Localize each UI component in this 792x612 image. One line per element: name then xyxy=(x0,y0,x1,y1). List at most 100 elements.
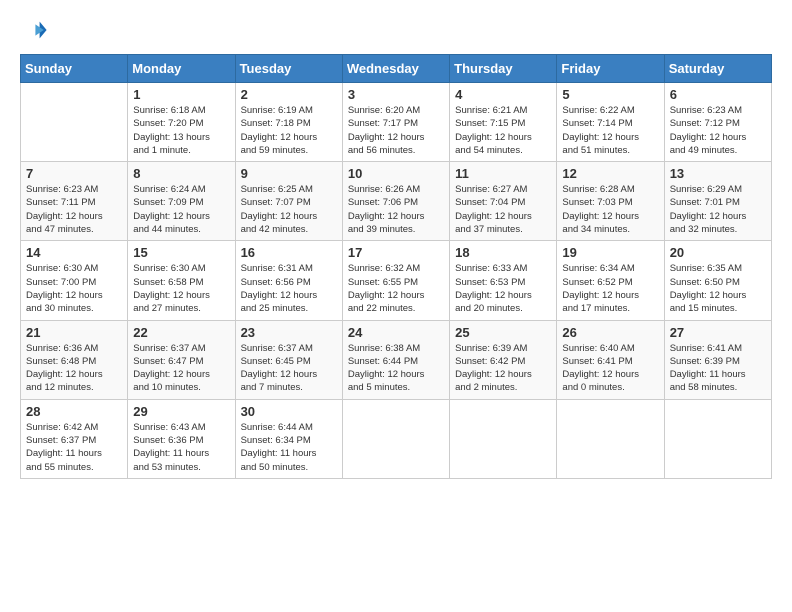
calendar-cell: 5 Sunrise: 6:22 AM Sunset: 7:14 PM Daylig… xyxy=(557,83,664,162)
day-info: Sunrise: 6:35 AM Sunset: 6:50 PM Dayligh… xyxy=(670,262,766,315)
calendar-cell: 19 Sunrise: 6:34 AM Sunset: 6:52 PM Dayli… xyxy=(557,241,664,320)
calendar-week-row: 7 Sunrise: 6:23 AM Sunset: 7:11 PM Daylig… xyxy=(21,162,772,241)
calendar-cell: 15 Sunrise: 6:30 AM Sunset: 6:58 PM Dayli… xyxy=(128,241,235,320)
day-info: Sunrise: 6:30 AM Sunset: 6:58 PM Dayligh… xyxy=(133,262,229,315)
calendar-cell: 23 Sunrise: 6:37 AM Sunset: 6:45 PM Dayli… xyxy=(235,320,342,399)
calendar-cell: 13 Sunrise: 6:29 AM Sunset: 7:01 PM Dayli… xyxy=(664,162,771,241)
col-header-thursday: Thursday xyxy=(450,55,557,83)
calendar-cell: 21Sunrise: 6:36 AM Sunset: 6:48 PM Dayli… xyxy=(21,320,128,399)
calendar-header-row: SundayMondayTuesdayWednesdayThursdayFrid… xyxy=(21,55,772,83)
day-number: 24 xyxy=(348,325,444,340)
day-info: Sunrise: 6:20 AM Sunset: 7:17 PM Dayligh… xyxy=(348,104,444,157)
day-number: 17 xyxy=(348,245,444,260)
day-info: Sunrise: 6:39 AM Sunset: 6:42 PM Dayligh… xyxy=(455,342,551,395)
calendar-week-row: 1 Sunrise: 6:18 AM Sunset: 7:20 PM Daylig… xyxy=(21,83,772,162)
calendar-cell xyxy=(557,399,664,478)
day-info: Sunrise: 6:28 AM Sunset: 7:03 PM Dayligh… xyxy=(562,183,658,236)
calendar-cell xyxy=(664,399,771,478)
day-info: Sunrise: 6:21 AM Sunset: 7:15 PM Dayligh… xyxy=(455,104,551,157)
day-number: 6 xyxy=(670,87,766,102)
day-number: 15 xyxy=(133,245,229,260)
day-number: 27 xyxy=(670,325,766,340)
day-info: Sunrise: 6:34 AM Sunset: 6:52 PM Dayligh… xyxy=(562,262,658,315)
calendar-cell: 11 Sunrise: 6:27 AM Sunset: 7:04 PM Dayli… xyxy=(450,162,557,241)
day-info: Sunrise: 6:27 AM Sunset: 7:04 PM Dayligh… xyxy=(455,183,551,236)
calendar-cell: 14 Sunrise: 6:30 AM Sunset: 7:00 PM Dayli… xyxy=(21,241,128,320)
calendar-cell: 20Sunrise: 6:35 AM Sunset: 6:50 PM Dayli… xyxy=(664,241,771,320)
day-number: 26 xyxy=(562,325,658,340)
day-number: 8 xyxy=(133,166,229,181)
calendar-cell: 30 Sunrise: 6:44 AM Sunset: 6:34 PM Dayli… xyxy=(235,399,342,478)
calendar-cell: 12 Sunrise: 6:28 AM Sunset: 7:03 PM Dayli… xyxy=(557,162,664,241)
calendar-cell: 26 Sunrise: 6:40 AM Sunset: 6:41 PM Dayli… xyxy=(557,320,664,399)
col-header-sunday: Sunday xyxy=(21,55,128,83)
day-info: Sunrise: 6:26 AM Sunset: 7:06 PM Dayligh… xyxy=(348,183,444,236)
calendar-week-row: 28 Sunrise: 6:42 AM Sunset: 6:37 PM Dayli… xyxy=(21,399,772,478)
day-info: Sunrise: 6:23 AM Sunset: 7:11 PM Dayligh… xyxy=(26,183,122,236)
calendar-cell: 22 Sunrise: 6:37 AM Sunset: 6:47 PM Dayli… xyxy=(128,320,235,399)
calendar-cell: 16Sunrise: 6:31 AM Sunset: 6:56 PM Dayli… xyxy=(235,241,342,320)
calendar-cell: 1 Sunrise: 6:18 AM Sunset: 7:20 PM Daylig… xyxy=(128,83,235,162)
day-number: 10 xyxy=(348,166,444,181)
col-header-friday: Friday xyxy=(557,55,664,83)
calendar-cell: 4 Sunrise: 6:21 AM Sunset: 7:15 PM Daylig… xyxy=(450,83,557,162)
day-number: 18 xyxy=(455,245,551,260)
day-info: Sunrise: 6:22 AM Sunset: 7:14 PM Dayligh… xyxy=(562,104,658,157)
day-info: Sunrise: 6:43 AM Sunset: 6:36 PM Dayligh… xyxy=(133,421,229,474)
day-info: Sunrise: 6:33 AM Sunset: 6:53 PM Dayligh… xyxy=(455,262,551,315)
calendar-cell xyxy=(450,399,557,478)
day-info: Sunrise: 6:37 AM Sunset: 6:47 PM Dayligh… xyxy=(133,342,229,395)
logo-icon xyxy=(20,16,48,44)
day-number: 28 xyxy=(26,404,122,419)
page-header xyxy=(20,16,772,44)
day-info: Sunrise: 6:38 AM Sunset: 6:44 PM Dayligh… xyxy=(348,342,444,395)
day-number: 23 xyxy=(241,325,337,340)
calendar-cell: 10 Sunrise: 6:26 AM Sunset: 7:06 PM Dayli… xyxy=(342,162,449,241)
day-number: 22 xyxy=(133,325,229,340)
day-number: 25 xyxy=(455,325,551,340)
day-info: Sunrise: 6:25 AM Sunset: 7:07 PM Dayligh… xyxy=(241,183,337,236)
day-info: Sunrise: 6:30 AM Sunset: 7:00 PM Dayligh… xyxy=(26,262,122,315)
day-info: Sunrise: 6:18 AM Sunset: 7:20 PM Dayligh… xyxy=(133,104,229,157)
day-info: Sunrise: 6:44 AM Sunset: 6:34 PM Dayligh… xyxy=(241,421,337,474)
day-number: 4 xyxy=(455,87,551,102)
day-number: 12 xyxy=(562,166,658,181)
calendar-cell: 7 Sunrise: 6:23 AM Sunset: 7:11 PM Daylig… xyxy=(21,162,128,241)
day-info: Sunrise: 6:29 AM Sunset: 7:01 PM Dayligh… xyxy=(670,183,766,236)
day-number: 11 xyxy=(455,166,551,181)
day-number: 1 xyxy=(133,87,229,102)
calendar-cell: 29 Sunrise: 6:43 AM Sunset: 6:36 PM Dayli… xyxy=(128,399,235,478)
calendar-week-row: 14 Sunrise: 6:30 AM Sunset: 7:00 PM Dayli… xyxy=(21,241,772,320)
day-number: 7 xyxy=(26,166,122,181)
calendar-table: SundayMondayTuesdayWednesdayThursdayFrid… xyxy=(20,54,772,479)
day-info: Sunrise: 6:41 AM Sunset: 6:39 PM Dayligh… xyxy=(670,342,766,395)
day-info: Sunrise: 6:42 AM Sunset: 6:37 PM Dayligh… xyxy=(26,421,122,474)
col-header-monday: Monday xyxy=(128,55,235,83)
day-number: 30 xyxy=(241,404,337,419)
day-info: Sunrise: 6:40 AM Sunset: 6:41 PM Dayligh… xyxy=(562,342,658,395)
calendar-cell: 24 Sunrise: 6:38 AM Sunset: 6:44 PM Dayli… xyxy=(342,320,449,399)
day-info: Sunrise: 6:37 AM Sunset: 6:45 PM Dayligh… xyxy=(241,342,337,395)
calendar-cell: 18 Sunrise: 6:33 AM Sunset: 6:53 PM Dayli… xyxy=(450,241,557,320)
calendar-week-row: 21Sunrise: 6:36 AM Sunset: 6:48 PM Dayli… xyxy=(21,320,772,399)
day-number: 29 xyxy=(133,404,229,419)
day-info: Sunrise: 6:19 AM Sunset: 7:18 PM Dayligh… xyxy=(241,104,337,157)
calendar-cell: 27 Sunrise: 6:41 AM Sunset: 6:39 PM Dayli… xyxy=(664,320,771,399)
calendar-cell: 25 Sunrise: 6:39 AM Sunset: 6:42 PM Dayli… xyxy=(450,320,557,399)
day-info: Sunrise: 6:23 AM Sunset: 7:12 PM Dayligh… xyxy=(670,104,766,157)
day-info: Sunrise: 6:32 AM Sunset: 6:55 PM Dayligh… xyxy=(348,262,444,315)
day-number: 13 xyxy=(670,166,766,181)
day-number: 9 xyxy=(241,166,337,181)
calendar-cell xyxy=(21,83,128,162)
day-number: 5 xyxy=(562,87,658,102)
col-header-saturday: Saturday xyxy=(664,55,771,83)
day-info: Sunrise: 6:24 AM Sunset: 7:09 PM Dayligh… xyxy=(133,183,229,236)
calendar-cell xyxy=(342,399,449,478)
calendar-cell: 28 Sunrise: 6:42 AM Sunset: 6:37 PM Dayli… xyxy=(21,399,128,478)
calendar-cell: 6 Sunrise: 6:23 AM Sunset: 7:12 PM Daylig… xyxy=(664,83,771,162)
col-header-wednesday: Wednesday xyxy=(342,55,449,83)
day-number: 19 xyxy=(562,245,658,260)
day-number: 14 xyxy=(26,245,122,260)
day-number: 16 xyxy=(241,245,337,260)
calendar-cell: 3Sunrise: 6:20 AM Sunset: 7:17 PM Daylig… xyxy=(342,83,449,162)
